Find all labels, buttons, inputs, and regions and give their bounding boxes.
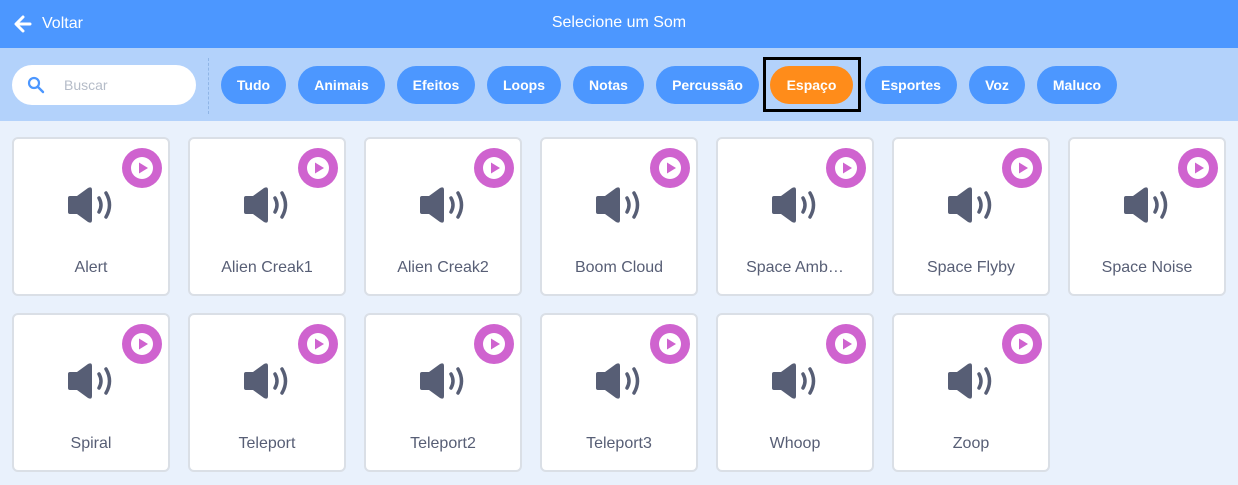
- tag-animais[interactable]: Animais: [298, 66, 385, 104]
- search-icon: [27, 76, 45, 94]
- play-icon: [131, 333, 153, 355]
- sound-name: Alien Creak2: [397, 259, 489, 276]
- sound-card[interactable]: Teleport: [188, 313, 346, 472]
- sound-card[interactable]: Alien Creak1: [188, 137, 346, 296]
- sound-name: Teleport2: [410, 435, 476, 452]
- speaker-icon: [68, 187, 112, 223]
- sound-name: Whoop: [769, 435, 821, 452]
- sound-name: Teleport: [238, 435, 296, 452]
- play-button[interactable]: [122, 148, 162, 188]
- speaker-icon: [596, 187, 640, 223]
- sound-card[interactable]: Alien Creak2: [364, 137, 522, 296]
- play-icon: [1011, 157, 1033, 179]
- play-button[interactable]: [1002, 324, 1042, 364]
- speaker-icon: [244, 187, 288, 223]
- speaker-icon: [420, 187, 464, 223]
- filter-bar: Tudo Animais Efeitos Loops Notas Percuss…: [0, 48, 1238, 121]
- sound-name: Teleport3: [586, 435, 652, 452]
- play-button[interactable]: [1002, 148, 1042, 188]
- page-title: Selecione um Som: [551, 14, 687, 31]
- play-button[interactable]: [826, 148, 866, 188]
- tag-percussao[interactable]: Percussão: [656, 66, 759, 104]
- speaker-icon: [948, 363, 992, 399]
- play-button[interactable]: [122, 324, 162, 364]
- speaker-icon: [420, 363, 464, 399]
- search-input[interactable]: [64, 73, 184, 97]
- sound-card[interactable]: Space Noise: [1068, 137, 1226, 296]
- speaker-icon: [244, 363, 288, 399]
- play-icon: [659, 157, 681, 179]
- play-button[interactable]: [826, 324, 866, 364]
- tag-efeitos[interactable]: Efeitos: [397, 66, 475, 104]
- sound-card[interactable]: Teleport2: [364, 313, 522, 472]
- play-icon: [1011, 333, 1033, 355]
- play-button[interactable]: [298, 324, 338, 364]
- selection-highlight: [763, 57, 861, 112]
- tag-notas[interactable]: Notas: [573, 66, 644, 104]
- sound-name: Alien Creak1: [221, 259, 313, 276]
- play-button[interactable]: [650, 324, 690, 364]
- sound-name: Zoop: [952, 435, 990, 452]
- sound-card[interactable]: Spiral: [12, 313, 170, 472]
- speaker-icon: [948, 187, 992, 223]
- sound-card[interactable]: Space Flyby: [892, 137, 1050, 296]
- search-box: [12, 65, 196, 105]
- sound-name: Space Noise: [1101, 259, 1193, 276]
- speaker-icon: [68, 363, 112, 399]
- play-icon: [835, 157, 857, 179]
- play-button[interactable]: [298, 148, 338, 188]
- sound-name: Spiral: [70, 435, 112, 452]
- play-icon: [307, 333, 329, 355]
- speaker-icon: [1124, 187, 1168, 223]
- sound-card[interactable]: Space Amb…: [716, 137, 874, 296]
- sound-card[interactable]: Zoop: [892, 313, 1050, 472]
- sound-card[interactable]: Whoop: [716, 313, 874, 472]
- sound-name: Space Flyby: [926, 259, 1016, 276]
- sound-name: Space Amb…: [746, 259, 844, 276]
- play-button[interactable]: [474, 148, 514, 188]
- play-icon: [307, 157, 329, 179]
- play-button[interactable]: [474, 324, 514, 364]
- speaker-icon: [772, 363, 816, 399]
- play-icon: [131, 157, 153, 179]
- sound-name: Boom Cloud: [574, 259, 664, 276]
- sound-name: Alert: [74, 259, 108, 276]
- tag-esportes[interactable]: Esportes: [865, 66, 957, 104]
- play-icon: [659, 333, 681, 355]
- play-icon: [1187, 157, 1209, 179]
- play-button[interactable]: [650, 148, 690, 188]
- sound-card[interactable]: Boom Cloud: [540, 137, 698, 296]
- play-button[interactable]: [1178, 148, 1218, 188]
- tag-tudo[interactable]: Tudo: [221, 66, 286, 104]
- tag-voz[interactable]: Voz: [969, 66, 1025, 104]
- divider: [208, 58, 209, 114]
- speaker-icon: [596, 363, 640, 399]
- header-bar: Voltar Selecione um Som: [0, 0, 1238, 48]
- tag-loops[interactable]: Loops: [487, 66, 561, 104]
- speaker-icon: [772, 187, 816, 223]
- sound-card[interactable]: Alert: [12, 137, 170, 296]
- tag-maluco[interactable]: Maluco: [1037, 66, 1117, 104]
- play-icon: [483, 157, 505, 179]
- sound-card[interactable]: Teleport3: [540, 313, 698, 472]
- play-icon: [483, 333, 505, 355]
- play-icon: [835, 333, 857, 355]
